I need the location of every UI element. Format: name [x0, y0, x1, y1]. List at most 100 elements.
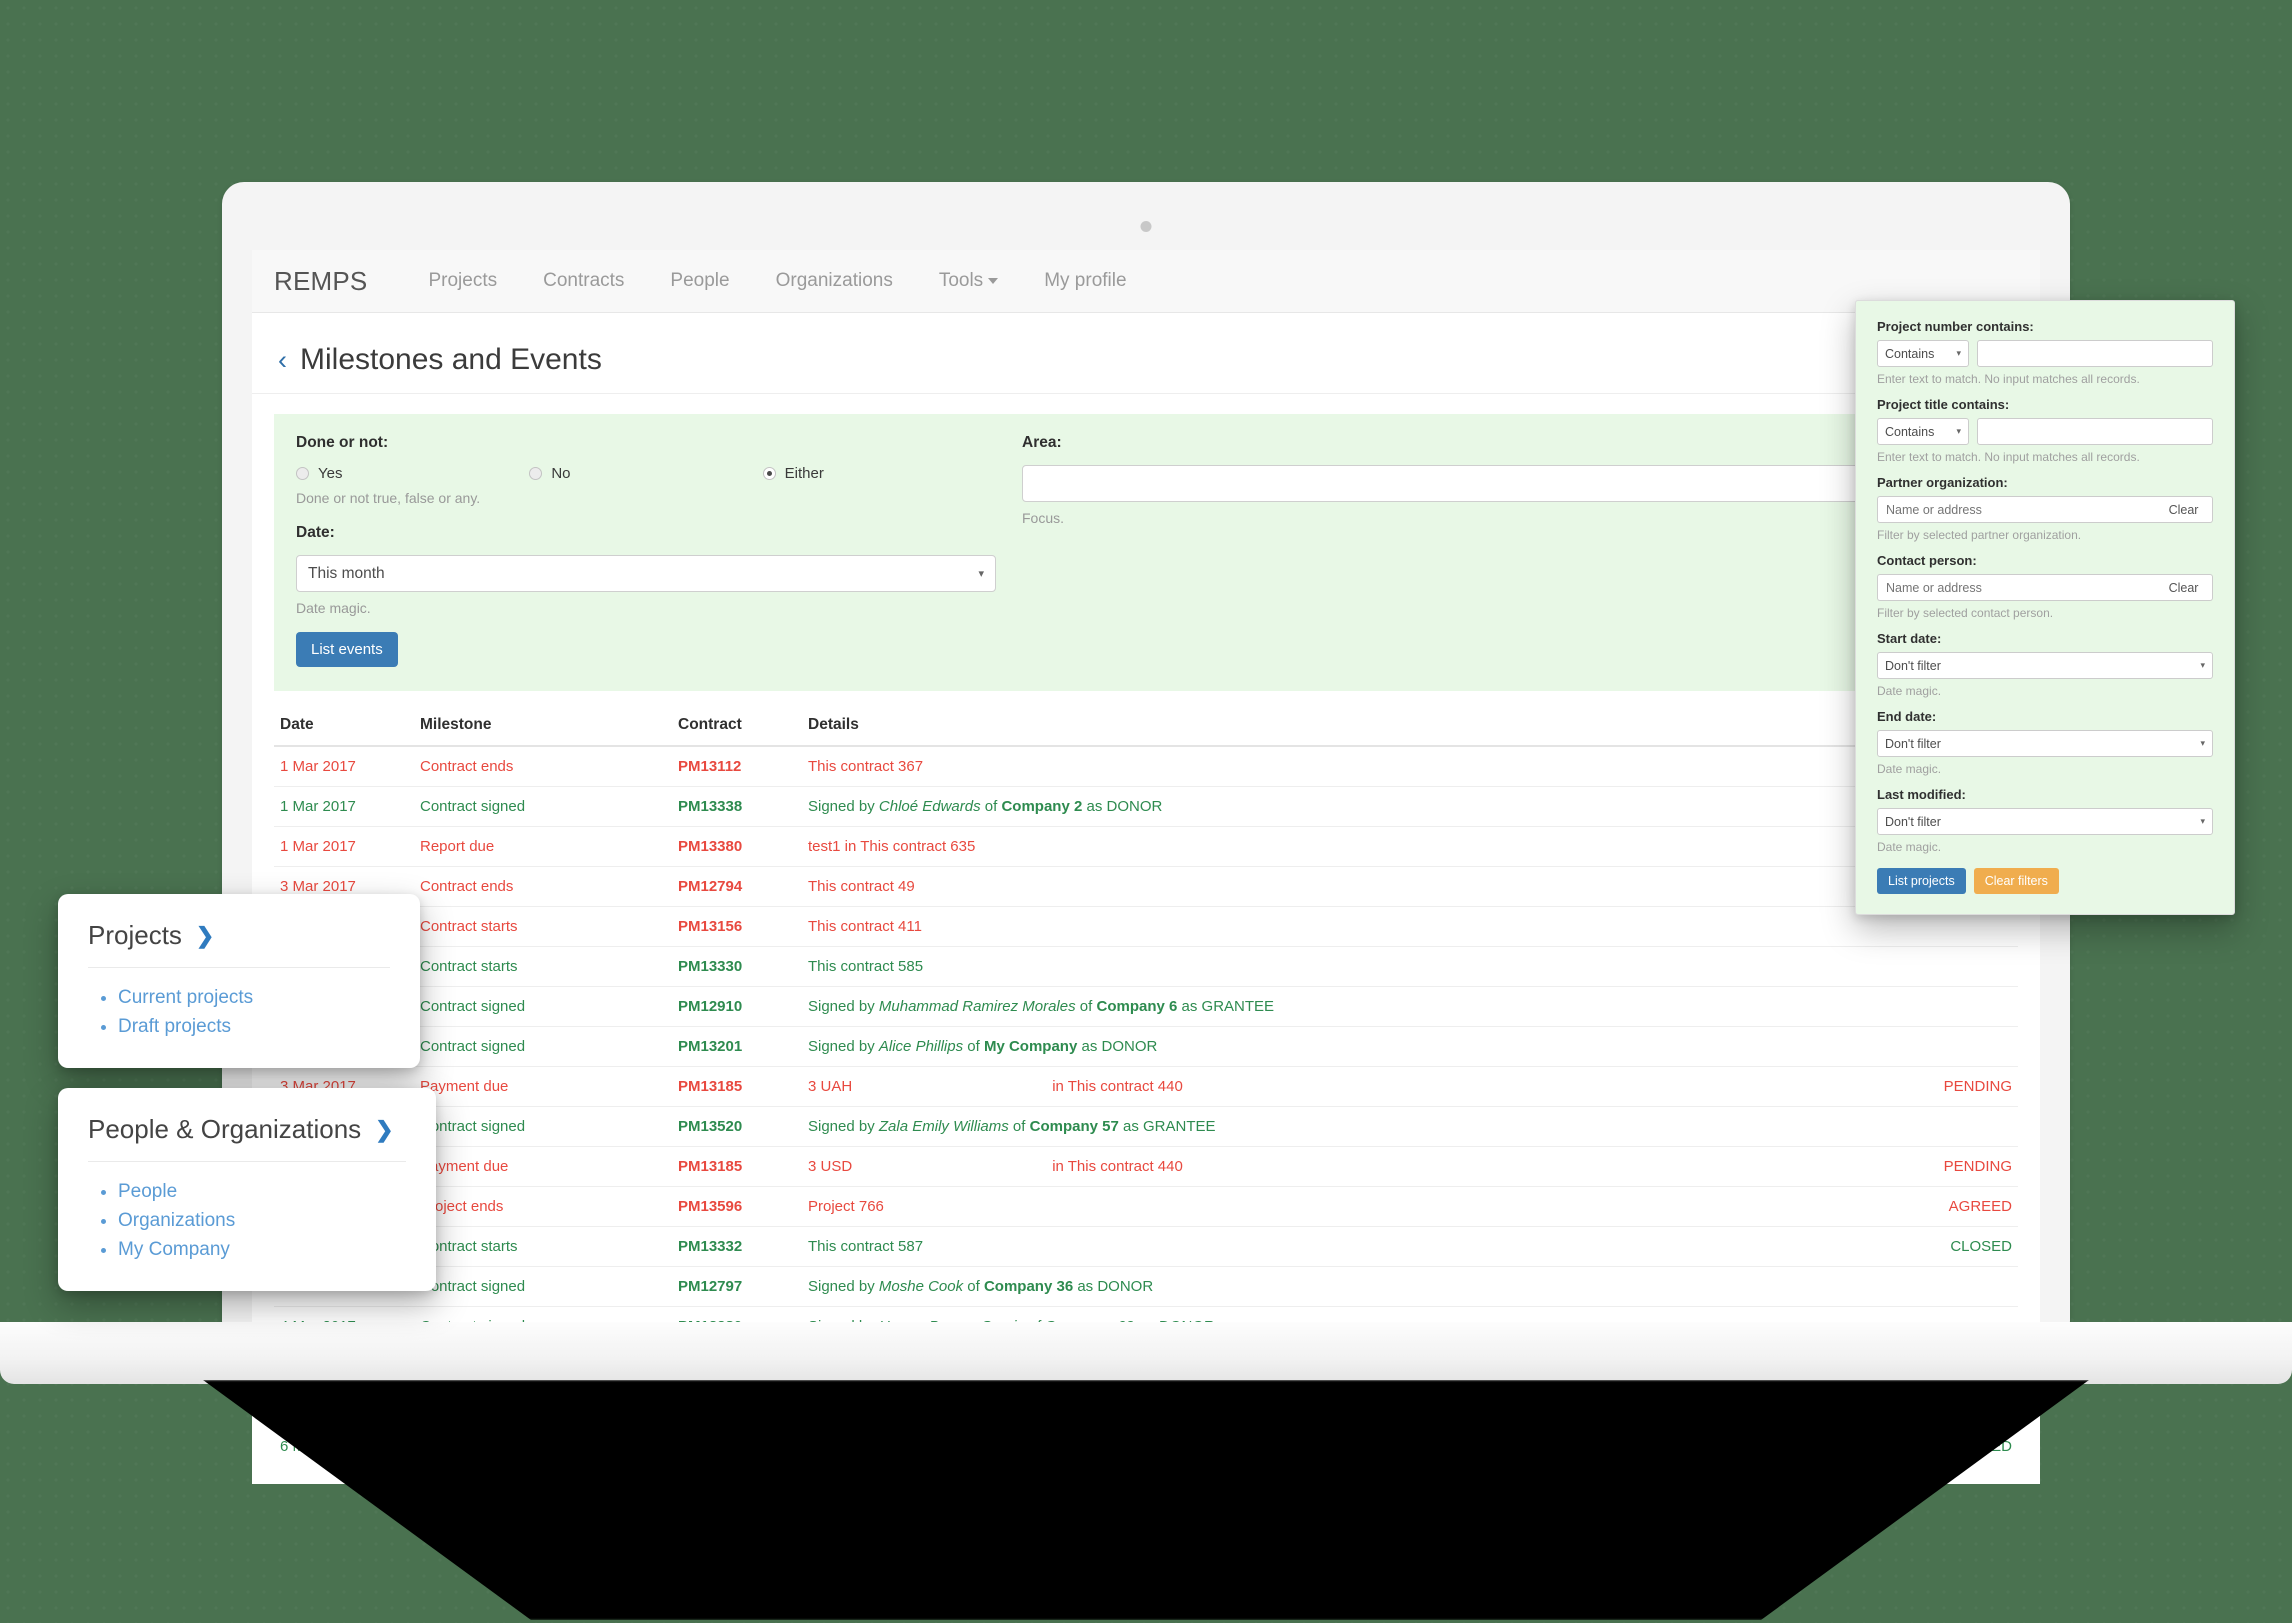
projects-filter-popover: Project number contains: Contains ▾ Ente… [1855, 300, 2235, 915]
chevron-right-icon: ❯ [195, 922, 215, 948]
date-label: Date: [296, 524, 335, 541]
chevron-down-icon: ▾ [1956, 348, 1961, 358]
card-link-current-projects[interactable]: Current projects [118, 984, 390, 1013]
partner-organization-input[interactable] [1877, 496, 2155, 523]
details-fragment: Signed by [808, 798, 879, 815]
column-header-details: Details [802, 705, 1888, 747]
chevron-down-icon: ▾ [2200, 738, 2205, 748]
cell-milestone: Contract ends [414, 866, 672, 907]
nav-link-people[interactable]: People [647, 270, 752, 292]
card-people-title[interactable]: People & Organizations ❯ [88, 1114, 406, 1162]
contact-person-clear-button[interactable]: Clear [2155, 574, 2213, 601]
cell-details: Signed by Alice Phillips of My Company a… [802, 1026, 1888, 1067]
nav-link-tools[interactable]: Tools [916, 270, 1021, 292]
details-fragment: as GRANTEE [1177, 998, 1275, 1015]
filter-column-left: Done or not: Yes No Either Done or not tru… [296, 434, 996, 667]
card-link-my-company[interactable]: My Company [118, 1236, 406, 1265]
nav-link-label: People [670, 270, 730, 291]
status-badge: CLOSED [1888, 1226, 2018, 1267]
details-text: This contract 585 [808, 958, 924, 975]
partner-organization-clear-button[interactable]: Clear [2155, 496, 2213, 523]
back-chevron-icon[interactable]: ‹ [278, 346, 287, 374]
details-fragment: Signed by [808, 1038, 879, 1055]
webcam-icon [1140, 221, 1152, 232]
card-people-title-text: People & Organizations [88, 1114, 362, 1144]
table-row[interactable]: 3 Mar 2017Contract signedPM12910Signed b… [274, 986, 2018, 1027]
details-text: This contract 367 [808, 758, 924, 775]
table-row[interactable]: 4 Mar 2017Contract startsPM13332This con… [274, 1226, 2018, 1267]
end-date-select[interactable]: Don't filter ▾ [1877, 730, 2213, 757]
last-modified-select[interactable]: Don't filter ▾ [1877, 808, 2213, 835]
clear-filters-button[interactable]: Clear filters [1973, 868, 2059, 894]
cell-milestone: Contract signed [414, 986, 672, 1027]
start-date-select[interactable]: Don't filter ▾ [1877, 652, 2213, 679]
table-header-row: Date Milestone Contract Details [274, 705, 2018, 747]
nav-link-projects[interactable]: Projects [405, 270, 520, 292]
list-events-button[interactable]: List events [296, 632, 398, 667]
contact-person-input[interactable] [1877, 574, 2155, 601]
brand-logo[interactable]: REMPS [274, 266, 367, 297]
radio-done-either[interactable]: Either [762, 465, 996, 482]
cell-contract: PM13596 [672, 1186, 802, 1227]
list-projects-button[interactable]: List projects [1877, 868, 1966, 894]
project-title-row: Contains ▾ [1877, 418, 2213, 445]
nav-link-contracts[interactable]: Contracts [520, 270, 647, 292]
card-projects-title[interactable]: Projects ❯ [88, 920, 390, 968]
chevron-right-icon: ❯ [375, 1116, 394, 1142]
laptop-base [0, 1322, 2292, 1384]
cell-contract: PM12910 [672, 986, 802, 1027]
project-title-label: Project title contains: [1877, 397, 2010, 412]
project-title-input[interactable] [1977, 418, 2213, 445]
nav-link-my-profile[interactable]: My profile [1021, 270, 1149, 292]
navbar: REMPS Projects Contracts People Organizatio… [252, 250, 2040, 313]
details-fragment: as GRANTEE [1118, 1118, 1216, 1135]
card-link-draft-projects[interactable]: Draft projects [118, 1013, 390, 1042]
date-select[interactable]: This month ▾ [296, 555, 996, 592]
details-text: This contract 49 [808, 878, 915, 895]
last-modified-label: Last modified: [1877, 787, 1966, 802]
table-row[interactable]: 1 Mar 2017 Contract signed PM13338 Signed b… [274, 786, 2018, 827]
details-fragment: Company 6 [1096, 998, 1178, 1015]
table-row[interactable]: 3 Mar 2017Contract startsPM13330This con… [274, 946, 2018, 987]
radio-label: No [551, 465, 571, 482]
details-fragment: of [963, 1038, 984, 1055]
table-row[interactable]: 1 Mar 2017 Report due PM13380 test1 in This… [274, 826, 2018, 867]
cell-details: 3 UAH in This contract 440 [802, 1066, 1888, 1107]
area-input[interactable] [1022, 465, 1996, 502]
nav-link-organizations[interactable]: Organizations [753, 270, 916, 292]
table-row[interactable]: 3 Mar 2017 Payment due PM13185 3 UAH in This… [274, 1066, 2018, 1107]
cell-details: Signed by Moshe Cook of Company 36 as DO… [802, 1266, 1888, 1307]
cell-contract: PM13201 [672, 1026, 802, 1067]
table-row[interactable]: 4 Mar 2017Payment duePM131853 USDin This… [274, 1146, 2018, 1187]
details-fragment: as DONOR [1077, 1038, 1158, 1055]
table-head: Date Milestone Contract Details [274, 705, 2018, 747]
details-fragment: Company 36 [983, 1278, 1074, 1295]
area-label: Area: [1022, 434, 1062, 451]
card-link-people[interactable]: People [118, 1178, 406, 1207]
table-row[interactable]: 3 Mar 2017Contract startsPM13156This con… [274, 906, 2018, 947]
details-sub-text: in This contract 440 [1052, 1158, 1183, 1175]
radio-done-no[interactable]: No [529, 465, 762, 482]
last-modified-value: Don't filter [1885, 814, 1941, 829]
partner-organization-label: Partner organization: [1877, 475, 2008, 490]
project-title-operator-select[interactable]: Contains ▾ [1877, 418, 1969, 445]
table-row[interactable]: 1 Mar 2017 Contract ends PM13112 This contr… [274, 745, 2018, 787]
status-badge [1888, 1026, 2018, 1067]
project-number-operator-select[interactable]: Contains ▾ [1877, 340, 1969, 367]
details-fragment: Signed by [808, 998, 879, 1015]
chevron-down-icon: ▾ [978, 568, 984, 580]
details-fragment: Company 57 [1029, 1118, 1119, 1135]
project-number-input[interactable] [1977, 340, 2213, 367]
details-fragment: Zala Emily Williams [878, 1118, 1009, 1135]
table-row[interactable]: 3 Mar 2017Contract signedPM13201Signed b… [274, 1026, 2018, 1067]
table-row[interactable]: 4 Mar 2017Contract signedPM12797Signed b… [274, 1266, 2018, 1307]
cell-milestone: Payment due [414, 1146, 672, 1187]
cell-date: 1 Mar 2017 [274, 786, 414, 827]
table-row[interactable]: 3 Mar 2017 Contract ends PM12794 This contr… [274, 866, 2018, 907]
radio-done-yes[interactable]: Yes [296, 465, 529, 482]
card-link-organizations[interactable]: Organizations [118, 1207, 406, 1236]
details-fragment: Signed by [808, 1118, 879, 1135]
table-row[interactable]: 3 Mar 2017Contract signedPM13520Signed b… [274, 1106, 2018, 1147]
status-badge [1888, 986, 2018, 1027]
table-row[interactable]: 4 Mar 2017Project endsPM13596Project 766… [274, 1186, 2018, 1227]
